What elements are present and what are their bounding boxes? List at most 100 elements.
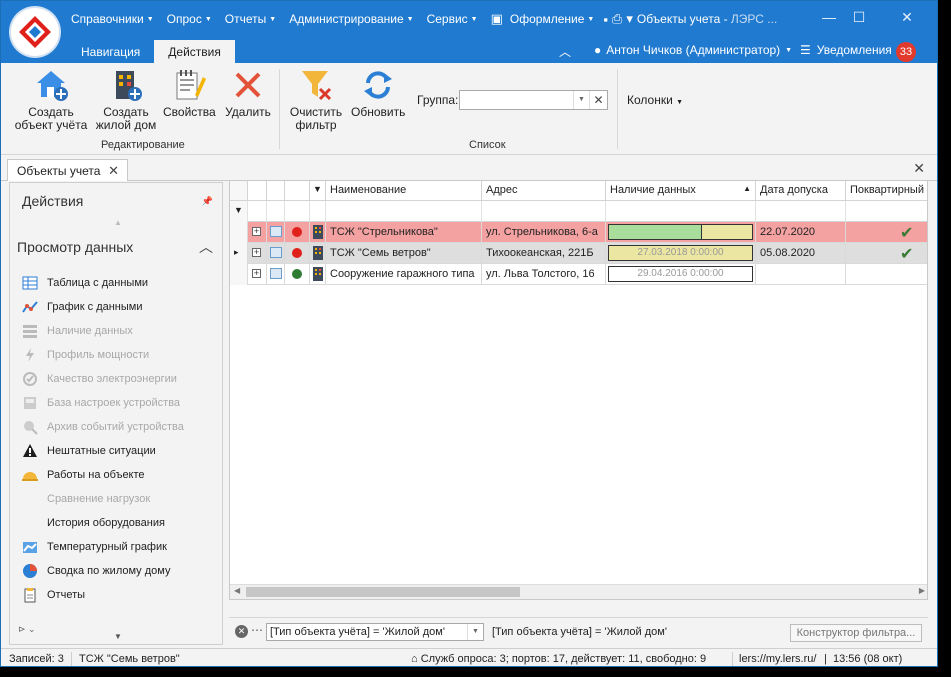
pin-icon[interactable]: 📌: [202, 196, 213, 207]
column-header-name[interactable]: Наименование: [326, 181, 482, 201]
window-list-icon[interactable]: ▾: [626, 11, 633, 27]
action-item[interactable]: Нештатные ситуации: [22, 439, 217, 463]
column-header-availability[interactable]: Наличие данных ▲: [606, 181, 756, 201]
scrollbar-thumb[interactable]: [246, 587, 520, 597]
menu-directories[interactable]: Справочники ▼: [67, 12, 158, 26]
action-item[interactable]: Наличие данных: [22, 319, 217, 343]
object-address-cell[interactable]: ул. Льва Толстого, 16: [482, 264, 606, 285]
expand-plus-icon[interactable]: +: [252, 248, 261, 257]
expand-cell[interactable]: +: [248, 264, 267, 285]
action-item[interactable]: База настроек устройства: [22, 391, 217, 415]
action-item[interactable]: График с данными: [22, 295, 217, 319]
ribbon-collapse-icon[interactable]: ︿: [559, 43, 571, 60]
scroll-up-icon[interactable]: ▲: [114, 218, 122, 227]
filter-cell[interactable]: [606, 201, 756, 222]
table-row[interactable]: + ТСЖ "Стрельникова" ул. Стрельникова, 6-а…: [230, 222, 927, 243]
collapse-section-icon[interactable]: ︿: [199, 237, 213, 257]
expand-cell[interactable]: +: [248, 243, 267, 264]
object-name-cell[interactable]: Сооружение гаражного типа: [326, 264, 482, 285]
menu-administration[interactable]: Администрирование ▼: [285, 12, 417, 26]
action-item[interactable]: Качество электроэнергии: [22, 367, 217, 391]
type-column-header[interactable]: [267, 181, 285, 201]
chevron-down-icon[interactable]: ▼: [467, 624, 483, 640]
create-object-button[interactable]: Создать объект учёта: [13, 67, 89, 132]
flat-metering-cell[interactable]: ✔: [846, 222, 927, 243]
action-item[interactable]: Архив событий устройства: [22, 415, 217, 439]
create-house-button[interactable]: Создать жилой дом: [95, 67, 157, 132]
expand-cell[interactable]: +: [248, 222, 267, 243]
flat-metering-cell[interactable]: ✔: [846, 243, 927, 264]
column-header-address[interactable]: Адрес: [482, 181, 606, 201]
print-icon[interactable]: ⎙: [612, 11, 622, 27]
expand-plus-icon[interactable]: +: [252, 227, 261, 236]
action-item[interactable]: Отчеты: [22, 583, 217, 607]
object-name-cell[interactable]: ТСЖ "Семь ветров": [326, 243, 482, 264]
filter-cell[interactable]: [326, 201, 482, 222]
close-icon[interactable]: ✕: [108, 163, 119, 179]
notifications-button[interactable]: ☰ Уведомления: [800, 43, 892, 57]
filter-cell[interactable]: [756, 201, 846, 222]
action-item[interactable]: Сводка по жилому дому: [22, 559, 217, 583]
app-logo[interactable]: [11, 8, 59, 56]
action-item[interactable]: Температурный график: [22, 535, 217, 559]
table-row[interactable]: + Сооружение гаражного типа ул. Льва Толст…: [230, 264, 927, 285]
filter-column-header[interactable]: ▼: [310, 181, 326, 201]
clear-filter-icon[interactable]: ✕: [235, 625, 248, 638]
filter-cell[interactable]: [482, 201, 606, 222]
refresh-button[interactable]: Обновить: [351, 67, 405, 119]
availability-cell[interactable]: [606, 222, 756, 243]
availability-cell[interactable]: 27.03.2018 0:00:00: [606, 243, 756, 264]
expand-column-header[interactable]: [248, 181, 267, 201]
action-item[interactable]: Таблица с данными: [22, 271, 217, 295]
properties-button[interactable]: Свойства: [163, 67, 216, 119]
delete-button[interactable]: Удалить: [223, 67, 273, 119]
scroll-down-icon[interactable]: ▼: [114, 632, 122, 641]
object-address-cell[interactable]: Тихоокеанская, 221Б: [482, 243, 606, 264]
scroll-right-icon[interactable]: ▶: [919, 586, 925, 595]
minimize-button[interactable]: —: [819, 9, 839, 25]
object-address-cell[interactable]: ул. Стрельникова, 6-а: [482, 222, 606, 243]
filter-cell[interactable]: [267, 201, 285, 222]
object-name-cell[interactable]: ТСЖ "Стрельникова": [326, 222, 482, 243]
filter-cell[interactable]: [248, 201, 267, 222]
filter-cell[interactable]: [285, 201, 310, 222]
user-menu[interactable]: ● Антон Чичков (Администратор) ▼: [594, 43, 792, 57]
filter-cell[interactable]: [310, 201, 326, 222]
admission-date-cell[interactable]: 05.08.2020: [756, 243, 846, 264]
menu-service[interactable]: Сервис ▼: [423, 12, 482, 26]
filter-builder-button[interactable]: Конструктор фильтра...: [790, 624, 922, 642]
column-header-flat[interactable]: Поквартирный: [846, 181, 927, 201]
maximize-button[interactable]: ☐: [849, 9, 869, 26]
admission-date-cell[interactable]: [756, 264, 846, 285]
tab-actions[interactable]: Действия: [154, 40, 235, 63]
action-item[interactable]: Сравнение нагрузок: [22, 487, 217, 511]
action-item[interactable]: Профиль мощности: [22, 343, 217, 367]
tab-navigation[interactable]: Навигация: [67, 40, 154, 63]
doc-tab-objects[interactable]: Объекты учета ✕: [7, 159, 128, 181]
admission-date-cell[interactable]: 22.07.2020: [756, 222, 846, 243]
action-item[interactable]: История оборудования: [22, 511, 217, 535]
more-options-icon[interactable]: ⋯: [251, 623, 263, 637]
status-column-header[interactable]: [285, 181, 310, 201]
close-all-icon[interactable]: ✕: [913, 160, 925, 177]
columns-menu-button[interactable]: Колонки ▼: [627, 93, 683, 107]
menu-appearance[interactable]: ▣ Оформление ▼: [487, 11, 599, 27]
action-item[interactable]: Работы на объекте: [22, 463, 217, 487]
close-window-button[interactable]: ✕: [897, 9, 917, 26]
menu-reports[interactable]: Отчеты ▼: [221, 12, 280, 26]
menu-polling[interactable]: Опрос ▼: [163, 12, 216, 26]
horizontal-scrollbar[interactable]: ◀ ▶: [230, 584, 927, 599]
table-row[interactable]: ▸ + ТСЖ "Семь ветров" Тихоокеанская, 221Б 27…: [230, 243, 927, 264]
more-icon[interactable]: ⊳ ⌄: [18, 624, 36, 635]
filter-mru-select[interactable]: [Тип объекта учёта] = 'Жилой дом' ▼: [266, 623, 484, 641]
scroll-left-icon[interactable]: ◀: [234, 586, 240, 595]
clear-icon[interactable]: ✕: [589, 91, 607, 109]
flat-metering-cell[interactable]: [846, 264, 927, 285]
notifications-badge[interactable]: 33: [896, 42, 916, 62]
clear-filter-button[interactable]: Очистить фильтр: [287, 67, 345, 132]
chevron-down-icon[interactable]: ▼: [573, 91, 589, 109]
column-header-date[interactable]: Дата допуска: [756, 181, 846, 201]
filter-cell[interactable]: [846, 201, 927, 222]
polling-status[interactable]: ⌂ Служб опроса: 3; портов: 17, действует…: [411, 653, 706, 665]
expand-plus-icon[interactable]: +: [252, 269, 261, 278]
